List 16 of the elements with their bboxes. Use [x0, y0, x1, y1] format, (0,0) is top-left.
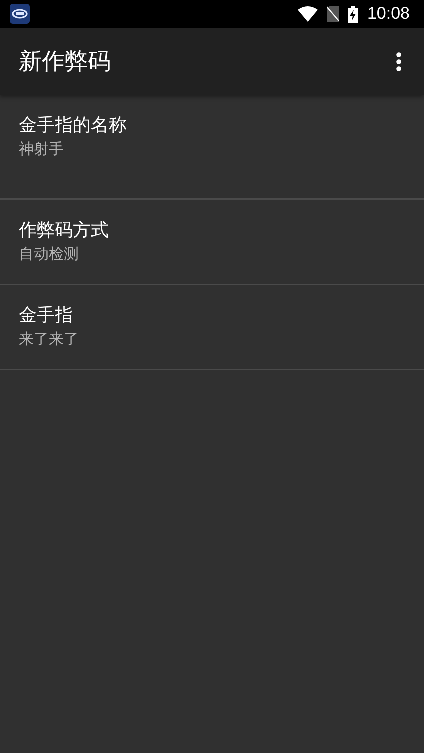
preference-title: 作弊码方式: [19, 219, 110, 243]
status-time: 10:08: [367, 4, 410, 24]
wifi-icon: [298, 6, 318, 22]
more-options-icon[interactable]: [396, 52, 402, 72]
preference-summary: 自动检测: [19, 244, 80, 265]
battery-charging-icon: [348, 6, 358, 22]
preference-item[interactable]: 金手指 来了来了: [0, 285, 424, 370]
no-sim-icon: [327, 6, 340, 22]
app-bar-title: 新作弊码: [19, 48, 111, 77]
preference-title: 金手指的名称: [19, 114, 128, 138]
app-icon: [10, 4, 30, 24]
preference-summary: 来了来了: [19, 329, 80, 350]
preference-summary: 神射手: [19, 139, 65, 160]
preference-item[interactable]: 作弊码方式 自动检测: [0, 200, 424, 285]
preference-title: 金手指: [19, 304, 74, 328]
preference-item[interactable]: 金手指的名称 神射手: [0, 95, 424, 200]
